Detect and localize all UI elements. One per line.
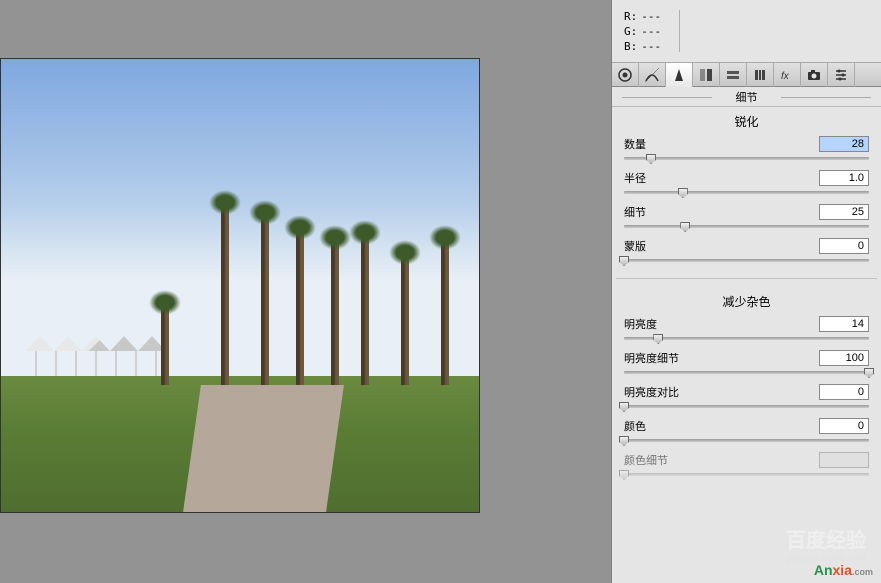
mask-slider[interactable] [624, 256, 869, 270]
luminance-input[interactable] [819, 316, 869, 332]
detail-row: 细节 [612, 202, 881, 236]
mask-row: 蒙版 [612, 236, 881, 270]
sharpen-header: 锐化 [612, 107, 881, 134]
g-label: G: [624, 25, 637, 38]
luminance-slider[interactable] [624, 334, 869, 348]
mask-input[interactable] [819, 238, 869, 254]
detail-label: 细节 [624, 204, 646, 220]
color-detail-label: 颜色细节 [624, 452, 668, 468]
tab-camera-icon[interactable] [801, 63, 828, 87]
tab-detail-icon[interactable] [666, 63, 693, 87]
image-canvas[interactable] [0, 58, 480, 513]
lum-contrast-input[interactable] [819, 384, 869, 400]
tab-fx-icon[interactable]: fx [774, 63, 801, 87]
detail-slider[interactable] [624, 222, 869, 236]
color-label: 颜色 [624, 418, 646, 434]
amount-row: 数量 [612, 134, 881, 168]
lum-detail-row: 明亮度细节 [612, 348, 881, 382]
lum-detail-slider[interactable] [624, 368, 869, 382]
noise-header: 减少杂色 [612, 287, 881, 314]
radius-label: 半径 [624, 170, 646, 186]
color-detail-row: 颜色细节 [612, 450, 881, 484]
watermark: 百度经验 jingyan.baidu.com [786, 524, 866, 563]
luminance-row: 明亮度 [612, 314, 881, 348]
tab-hsl-icon[interactable] [693, 63, 720, 87]
r-value: --- [641, 10, 661, 23]
tab-lens-icon[interactable] [747, 63, 774, 87]
tab-presets-icon[interactable] [828, 63, 855, 87]
lum-detail-label: 明亮度细节 [624, 350, 679, 366]
right-panel: R: --- G: --- B: --- fx 细节 锐化 数量 半径 [611, 0, 881, 583]
g-value: --- [641, 25, 661, 38]
logo-anxia: Anxia.com [814, 562, 873, 578]
radius-row: 半径 [612, 168, 881, 202]
tab-strip: fx [612, 63, 881, 87]
color-detail-input [819, 452, 869, 468]
panel-title: 细节 [612, 87, 881, 107]
color-info: R: --- G: --- B: --- [612, 0, 881, 63]
r-label: R: [624, 10, 637, 23]
radius-input[interactable] [819, 170, 869, 186]
b-value: --- [641, 40, 661, 53]
luminance-label: 明亮度 [624, 316, 657, 332]
lum-contrast-row: 明亮度对比 [612, 382, 881, 416]
amount-slider[interactable] [624, 154, 869, 168]
color-row: 颜色 [612, 416, 881, 450]
amount-label: 数量 [624, 136, 646, 152]
canvas-area [0, 0, 608, 583]
tab-split-icon[interactable] [720, 63, 747, 87]
tab-curve-icon[interactable] [639, 63, 666, 87]
lum-detail-input[interactable] [819, 350, 869, 366]
lum-contrast-label: 明亮度对比 [624, 384, 679, 400]
b-label: B: [624, 40, 637, 53]
color-detail-slider [624, 470, 869, 484]
color-slider[interactable] [624, 436, 869, 450]
mask-label: 蒙版 [624, 238, 646, 254]
color-input[interactable] [819, 418, 869, 434]
tab-basic-icon[interactable] [612, 63, 639, 87]
detail-input[interactable] [819, 204, 869, 220]
lum-contrast-slider[interactable] [624, 402, 869, 416]
amount-input[interactable] [819, 136, 869, 152]
radius-slider[interactable] [624, 188, 869, 202]
svg-text:fx: fx [781, 71, 790, 82]
